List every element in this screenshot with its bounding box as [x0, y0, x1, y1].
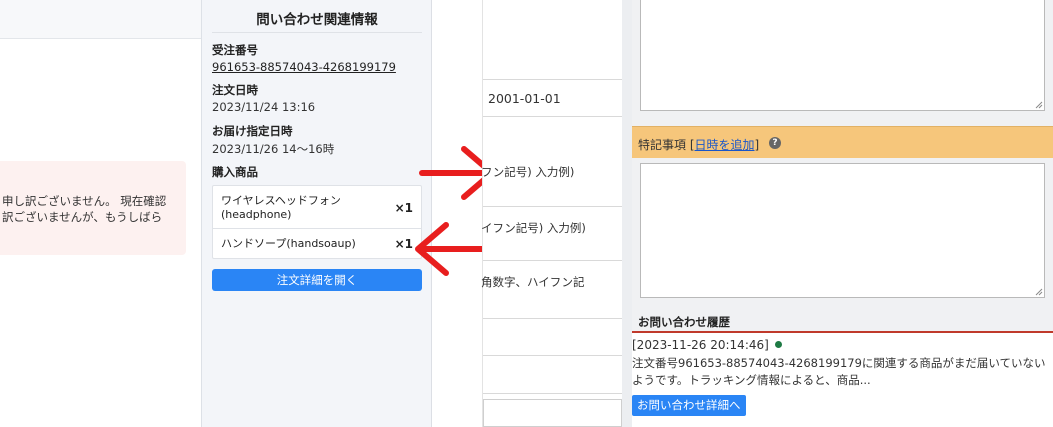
add-datetime-link[interactable]: 日時を追加	[695, 138, 755, 152]
product-name: ワイヤレスヘッドフォン (headphone)	[221, 194, 341, 222]
inquiry-history-list: [2023-11-26 20:14:46] 注文番号961653-8857404…	[632, 333, 1053, 427]
delivery-time-label: お届け指定日時	[212, 124, 293, 138]
order-number-link[interactable]: 961653-88574043-4268199179	[212, 60, 396, 74]
apology-message-line2: 訳ございませんが、もうしばら	[2, 210, 163, 224]
text-input[interactable]	[483, 399, 622, 427]
product-quantity: ×1	[394, 201, 413, 215]
form-row	[483, 319, 625, 356]
product-name: ハンドソープ(handsoaup)	[221, 237, 356, 250]
birthdate-value: 2001-01-01	[488, 91, 561, 106]
history-timestamp-text: [2023-11-26 20:14:46]	[632, 338, 769, 352]
order-number-label: 受注番号	[212, 43, 258, 57]
apology-message-box: 申し訳ございません。 現在確認 訳ございませんが、もうしばら	[0, 161, 186, 255]
form-row: 角数字、ハイフン記	[481, 261, 625, 319]
chat-main-area: 申し訳ございません。 現在確認 訳ございませんが、もうしばら	[0, 0, 201, 427]
status-dot-icon	[774, 341, 782, 348]
help-icon[interactable]: ?	[769, 137, 781, 149]
product-list: ワイヤレスヘッドフォン (headphone) ×1 ハンドソープ(handso…	[212, 185, 422, 259]
screenshot-stage: 申し訳ございません。 現在確認 訳ございませんが、もうしばら 問い合わせ関連情報…	[0, 0, 1053, 427]
product-name-line2: (headphone)	[221, 208, 292, 221]
left-panel: 申し訳ございません。 現在確認 訳ございませんが、もうしばら 問い合わせ関連情報…	[0, 0, 432, 427]
special-notes-label: 特記事項 [日時を追加]	[638, 138, 760, 152]
history-entry-body: 注文番号961653-88574043-4268199179に関連する商品がまだ…	[632, 356, 1046, 387]
apology-message-line1: 申し訳ございません。 現在確認	[2, 194, 167, 208]
resize-grip-icon[interactable]	[1035, 288, 1043, 296]
products-label: 購入商品	[212, 165, 258, 179]
input-hint-3: 角数字、ハイフン記	[481, 275, 585, 289]
order-date-value: 2023/11/24 13:16	[212, 100, 316, 114]
product-name-line1: ワイヤレスヘッドフォン	[221, 194, 341, 207]
inquiry-info-sidebar: 問い合わせ関連情報 受注番号 961653-88574043-426819917…	[201, 0, 431, 427]
sidebar-title: 問い合わせ関連情報	[256, 12, 378, 28]
right-panel: 2001-01-01 フン記号) 入力例) イフン記号) 入力例) 角数字、ハイ…	[481, 0, 1053, 427]
notes-column: 特記事項 [日時を追加] ? お問い合わせ履歴 [2023-11-26 20:1…	[632, 0, 1053, 427]
delivery-time-value: 2023/11/26 14〜16時	[212, 142, 335, 156]
inquiry-detail-button[interactable]: お問い合わせ詳細へ	[632, 395, 746, 416]
special-notes-textarea[interactable]	[640, 163, 1045, 298]
sidebar-title-divider	[212, 32, 422, 33]
product-row: ワイヤレスヘッドフォン (headphone) ×1	[213, 186, 421, 229]
column-gutter	[622, 0, 632, 427]
form-row: 2001-01-01	[483, 80, 625, 117]
input-hint-2: イフン記号) 入力例)	[481, 221, 586, 235]
form-row: フン記号) 入力例)	[481, 117, 625, 207]
form-row	[483, 0, 625, 80]
product-quantity: ×1	[394, 237, 413, 251]
memo-textarea[interactable]	[640, 0, 1045, 111]
input-hint-1: フン記号) 入力例)	[481, 165, 575, 179]
form-row	[483, 356, 625, 394]
order-form-column: 2001-01-01 フン記号) 入力例) イフン記号) 入力例) 角数字、ハイ…	[481, 0, 625, 427]
product-row: ハンドソープ(handsoaup) ×1	[213, 229, 421, 258]
history-entry-timestamp: [2023-11-26 20:14:46]	[632, 338, 782, 352]
open-order-detail-button[interactable]: 注文詳細を開く	[212, 269, 422, 291]
special-notes-title: 特記事項	[638, 138, 687, 152]
order-date-label: 注文日時	[212, 83, 258, 97]
left-arrow-icon	[415, 222, 491, 276]
form-row: イフン記号) 入力例)	[481, 207, 625, 261]
resize-grip-icon[interactable]	[1035, 101, 1043, 109]
special-notes-header: 特記事項 [日時を追加] ?	[632, 126, 1053, 158]
inquiry-history-title: お問い合わせ履歴	[638, 315, 730, 329]
chat-top-bar	[0, 0, 201, 39]
